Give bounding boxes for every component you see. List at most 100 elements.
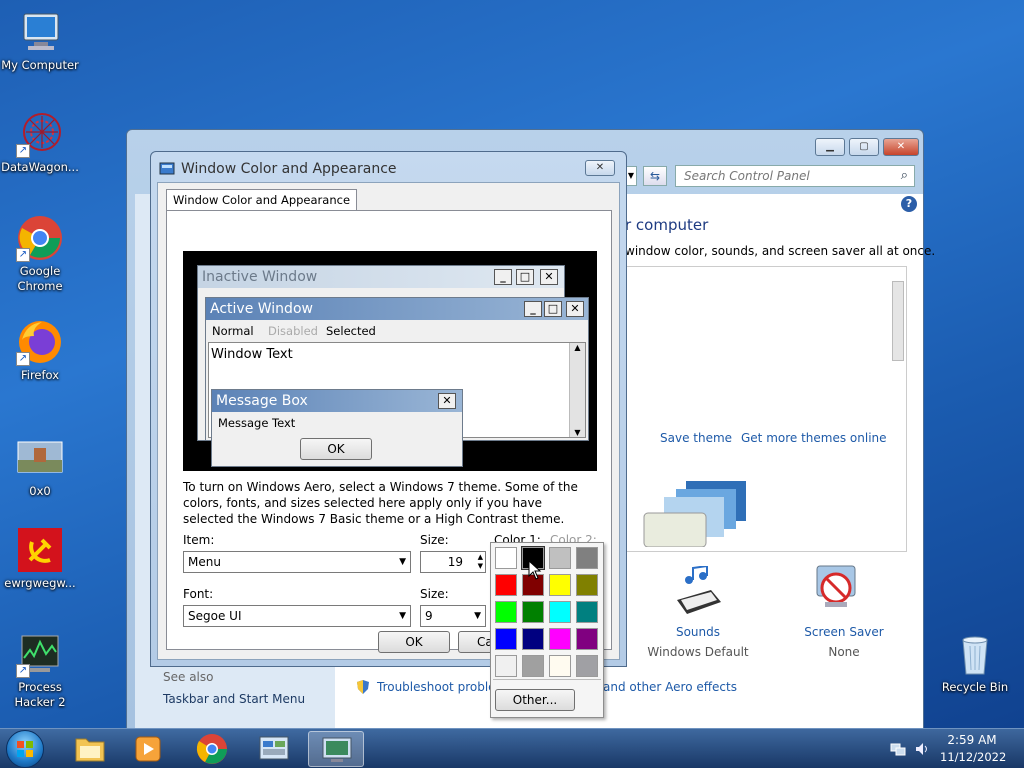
sounds-link[interactable]: Sounds [625,625,771,639]
color-swatch[interactable] [576,655,598,677]
hammer-sickle-icon [16,526,64,574]
desktop-icon-label: Recycle Bin [941,680,1009,694]
stepper-arrows-icon[interactable]: ▲ ▼ [478,553,483,571]
screen-saver-value: None [828,645,860,659]
get-more-themes-link[interactable]: Get more themes online [741,431,887,445]
message-box-title: Message Box [212,390,462,412]
clock-time[interactable]: 2:59 AM [940,733,1004,747]
taskbar-control-panel[interactable] [246,731,302,767]
desktop-icon-google-chrome[interactable]: ↗ Google Chrome [0,214,80,294]
maximize-button[interactable]: ▢ [849,138,879,156]
chrome-icon [196,734,227,764]
search-placeholder: Search Control Panel [684,169,810,183]
color-swatch[interactable] [495,547,517,569]
network-icon[interactable] [890,741,906,757]
aero-description: To turn on Windows Aero, select a Window… [183,480,578,526]
taskbar-window-color[interactable] [308,731,364,767]
screen-saver-link[interactable]: Screen Saver [769,625,919,639]
desktop-icon-label: DataWagon... [1,160,79,174]
image-thumbnail-icon [16,434,64,482]
chevron-down-icon: ▼ [474,611,481,621]
taskbar-explorer[interactable] [62,731,118,767]
taskbar-media-player[interactable] [120,731,176,767]
desktop-icon-my-computer[interactable]: My Computer [0,8,80,73]
appearance-preview[interactable]: Inactive Window _ □ ✕ Active Window _ □ … [183,251,597,471]
theme-list[interactable]: Save theme Get more themes online [625,266,907,552]
search-icon[interactable]: ⌕ [901,168,908,183]
color-swatch[interactable] [495,628,517,650]
desktop-icon-ewrgwegw[interactable]: ewrgwegw... [0,526,80,591]
screen-saver-icon[interactable] [813,564,859,610]
control-panel-icon [259,736,289,760]
color-swatch[interactable] [549,628,571,650]
font-select-value: Segoe UI [188,609,242,623]
item-size-value: 19 [447,555,463,569]
color-swatch[interactable] [522,601,544,623]
color-swatch[interactable] [576,628,598,650]
start-button[interactable] [6,730,44,768]
color-swatch[interactable] [549,547,571,569]
close-button[interactable]: ✕ [883,138,919,156]
search-input[interactable]: Search Control Panel ⌕ [675,165,915,187]
color-swatch[interactable] [495,601,517,623]
color-swatch[interactable] [576,574,598,596]
taskbar-chrome[interactable] [184,731,240,767]
color-swatch[interactable] [522,628,544,650]
menu-disabled: Disabled [268,324,318,338]
see-also-label: See also [163,670,214,684]
window-text: Window Text [211,347,293,362]
item-size-label: Size: [420,533,449,547]
sounds-value: Windows Default [647,645,749,659]
aero-effects-link[interactable]: and other Aero effects [603,680,737,694]
desktop-icon-datawagon[interactable]: ↗ DataWagon... [0,110,80,175]
message-text: Message Text [218,416,296,430]
item-size-stepper[interactable]: 19 ▲ ▼ [420,551,486,573]
color-swatch[interactable] [576,547,598,569]
color-swatch[interactable] [549,601,571,623]
other-color-button[interactable]: Other... [495,689,575,711]
clock-date[interactable]: 11/12/2022 [940,750,1006,764]
chevron-down-icon: ▼ [399,611,406,621]
message-box-close-icon: ✕ [438,393,456,409]
item-select[interactable]: Menu ▼ [183,551,411,573]
recycle-bin-icon [951,630,999,678]
refresh-icon[interactable]: ⇆ [643,166,667,186]
desktop-icon-process-hacker[interactable]: ↗ Process Hacker 2 [0,630,80,710]
volume-icon[interactable] [914,741,930,757]
desktop-icon-label: Firefox [20,368,60,382]
display-settings-icon [322,737,352,762]
message-box-ok-button: OK [300,438,372,460]
shortcut-arrow-icon: ↗ [16,248,30,262]
minimize-button[interactable]: ▁ [815,138,845,156]
theme-thumbnail-icon[interactable] [636,477,766,548]
taskbar: 2:59 AM 11/12/2022 [0,728,1024,768]
color-swatch[interactable] [522,655,544,677]
color-swatch[interactable] [576,601,598,623]
scroll-down-icon: ▼ [574,428,581,437]
dialog-close-button[interactable]: ✕ [585,160,615,176]
save-theme-link[interactable]: Save theme [660,431,732,445]
font-size-select[interactable]: 9 ▼ [420,605,486,627]
scrollbar-thumb[interactable] [892,281,904,361]
desktop-icon-firefox[interactable]: ↗ Firefox [0,318,80,383]
dialog-title: Window Color and Appearance [181,161,397,177]
help-icon[interactable]: ? [901,196,917,212]
font-size-value: 9 [425,609,433,623]
folder-icon [75,738,105,762]
sounds-icon[interactable] [667,564,727,616]
computer-icon [16,8,64,56]
color-swatch[interactable] [549,574,571,596]
color-swatch[interactable] [495,655,517,677]
ok-button[interactable]: OK [378,631,450,653]
taskbar-start-menu-link[interactable]: Taskbar and Start Menu [163,692,305,706]
tab-window-color-appearance[interactable]: Window Color and Appearance [166,189,358,211]
chrome-icon: ↗ [16,214,64,262]
desktop-icon-recycle-bin[interactable]: Recycle Bin [935,630,1015,695]
desktop-icon-0x0[interactable]: 0x0 [0,434,80,499]
color-swatch[interactable] [495,574,517,596]
chevron-down-icon: ▼ [399,557,406,567]
datawagon-icon: ↗ [16,110,64,158]
troubleshoot-link[interactable]: Troubleshoot probler [377,680,500,694]
color-swatch[interactable] [549,655,571,677]
font-select[interactable]: Segoe UI ▼ [183,605,411,627]
